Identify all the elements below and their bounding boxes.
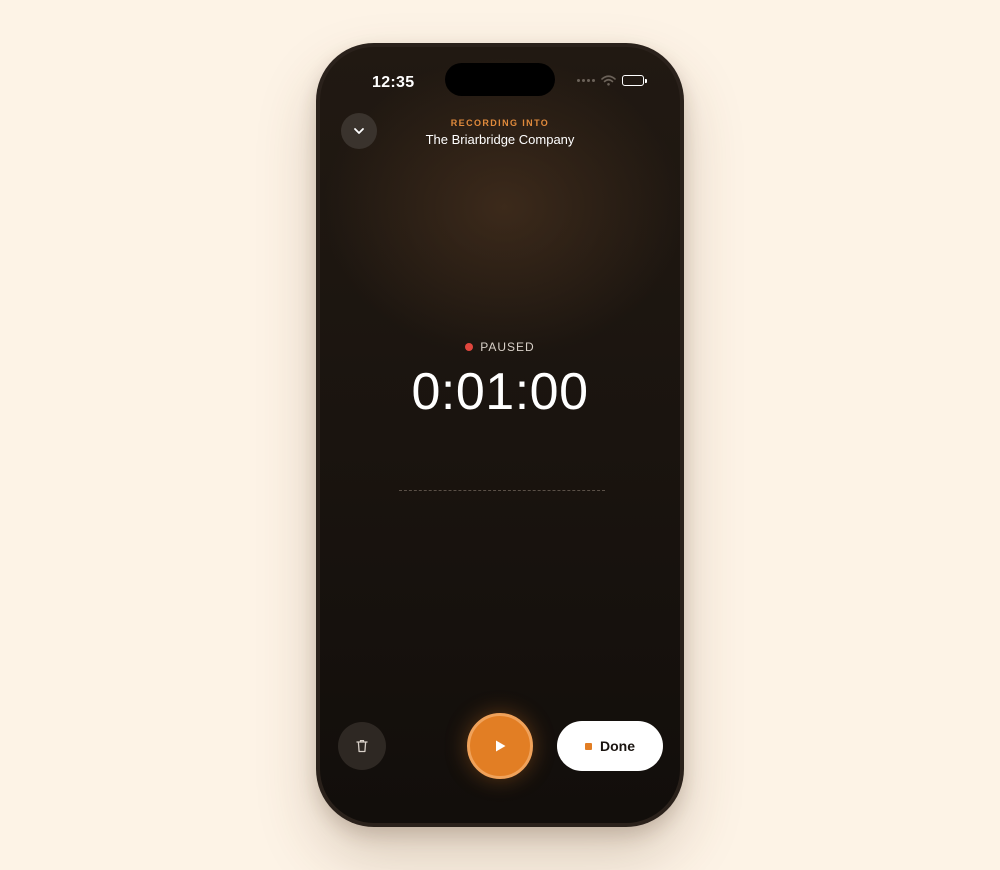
battery-icon	[622, 75, 647, 86]
play-icon	[496, 740, 506, 752]
recording-destination: RECORDING INTO The Briarbridge Company	[320, 118, 680, 147]
done-button[interactable]: Done	[557, 721, 663, 771]
paused-indicator-dot	[465, 343, 474, 351]
wifi-icon	[601, 75, 616, 86]
recording-state: PAUSED	[320, 340, 680, 354]
status-icons	[577, 75, 647, 86]
recorder-screen: 12:35 RECORDING INTO The Briarbridge Com…	[320, 47, 680, 823]
stop-square-icon	[585, 742, 592, 750]
elapsed-timer: 0:01:00	[411, 363, 589, 421]
status-time: 12:35	[372, 74, 415, 91]
delete-recording-button[interactable]	[338, 722, 386, 770]
recording-into-label: RECORDING INTO	[450, 118, 550, 128]
done-button-label: Done	[600, 738, 635, 754]
resume-play-button[interactable]	[467, 713, 533, 779]
destination-title: The Briarbridge Company	[425, 132, 575, 147]
cellular-signal-icon	[577, 79, 595, 82]
dynamic-island	[445, 63, 555, 96]
state-label: PAUSED	[480, 340, 535, 354]
page-background: 12:35 RECORDING INTO The Briarbridge Com…	[0, 0, 1000, 870]
waveform-baseline	[399, 490, 605, 491]
phone-frame: 12:35 RECORDING INTO The Briarbridge Com…	[316, 43, 684, 827]
trash-icon	[356, 740, 368, 753]
